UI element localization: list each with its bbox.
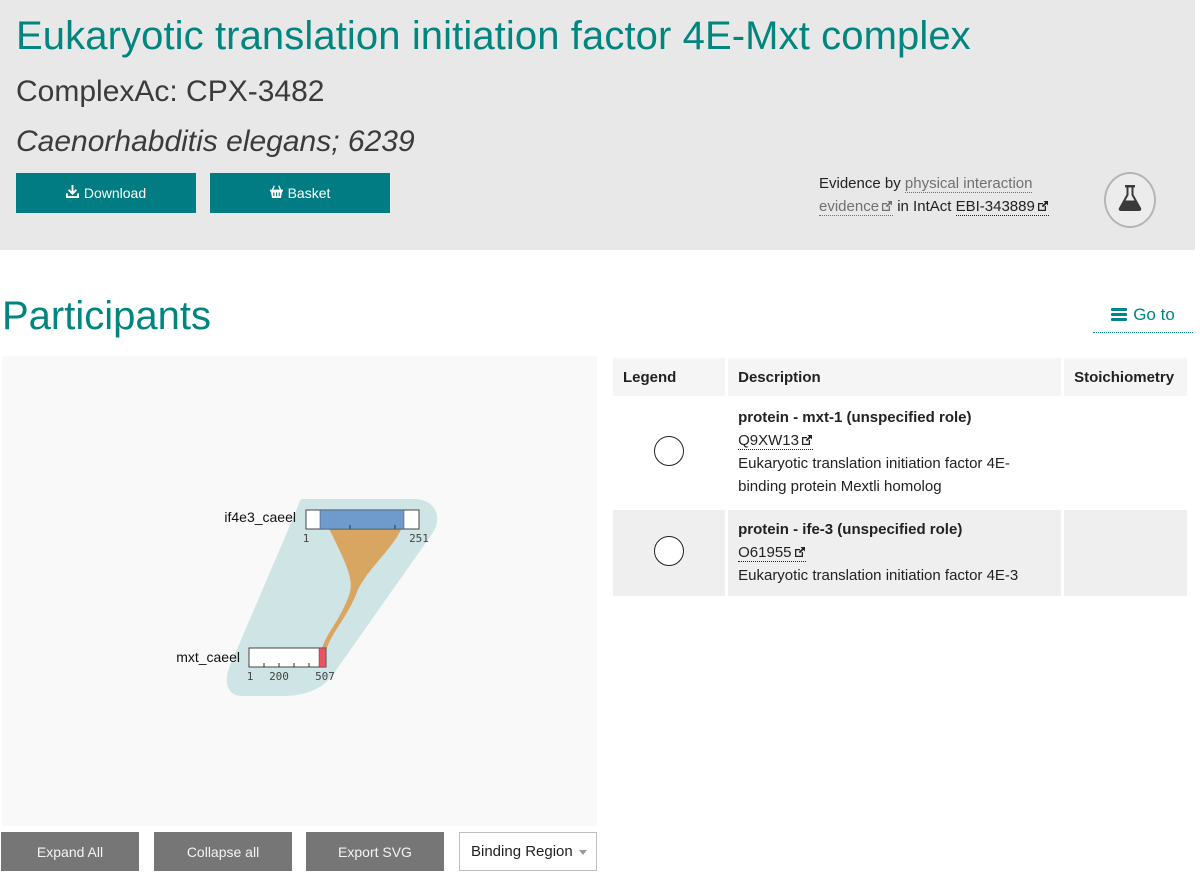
organism: Caenorhabditis elegans; 6239 <box>16 125 415 158</box>
basket-label: Basket <box>287 185 331 201</box>
complex-diagram[interactable]: if4e3_caeel 1 251 mxt_caeel 1 200 507 <box>2 356 597 826</box>
menu-icon <box>1111 308 1128 321</box>
accession-link[interactable]: Q9XW13 <box>738 432 813 450</box>
goto-menu-button[interactable]: Go to <box>1093 297 1193 333</box>
evidence-badge[interactable] <box>1104 172 1156 228</box>
table-row: protein - mxt-1 (unspecified role) Q9XW1… <box>613 399 1187 507</box>
legend-cell <box>613 510 726 596</box>
evidence-middle: in IntAct <box>897 198 952 215</box>
basket-button[interactable]: Basket <box>210 173 390 213</box>
goto-label: Go to <box>1133 304 1175 324</box>
protein-label-if4e3[interactable]: if4e3_caeel <box>224 509 296 525</box>
accession-label: Q9XW13 <box>738 432 799 449</box>
annotation-select-value: Binding Region <box>471 843 573 860</box>
table-row: protein - ife-3 (unspecified role) O6195… <box>613 510 1187 596</box>
tick-label-end: 251 <box>409 532 429 545</box>
download-label: Download <box>83 185 147 201</box>
legend-circle-icon <box>654 536 685 566</box>
basket-icon <box>269 185 283 201</box>
tick-label-start: 1 <box>303 532 310 545</box>
intact-id-link[interactable]: EBI-343889 <box>955 196 1049 216</box>
intact-id-label: EBI-343889 <box>955 198 1035 215</box>
complex-viewer[interactable]: if4e3_caeel 1 251 mxt_caeel 1 200 507 <box>2 356 597 826</box>
expand-all-button[interactable]: Expand All <box>1 832 139 871</box>
participants-table: Legend Description Stoichiometry protein… <box>610 355 1190 599</box>
participant-description: Eukaryotic translation initiation factor… <box>738 566 1019 584</box>
chevron-down-icon <box>578 850 587 855</box>
participant-description: Eukaryotic translation initiation factor… <box>738 455 1010 495</box>
legend-cell <box>613 399 726 507</box>
tick-label-mid: 200 <box>269 670 289 683</box>
description-cell: protein - ife-3 (unspecified role) O6195… <box>728 510 1062 596</box>
tick-label-start: 1 <box>247 670 254 683</box>
flask-icon <box>1118 184 1142 217</box>
complex-header-panel: Eukaryotic translation initiation factor… <box>0 0 1195 250</box>
binding-region-if4e3[interactable] <box>319 509 405 530</box>
column-header-description[interactable]: Description <box>728 358 1062 396</box>
evidence-prefix: Evidence by <box>819 175 901 192</box>
column-header-stoichiometry[interactable]: Stoichiometry <box>1064 358 1187 396</box>
description-cell: protein - mxt-1 (unspecified role) Q9XW1… <box>728 399 1062 507</box>
export-svg-button[interactable]: Export SVG <box>306 832 444 871</box>
binding-region-mxt[interactable] <box>318 647 327 668</box>
protein-label-mxt[interactable]: mxt_caeel <box>176 649 240 665</box>
legend-circle-icon <box>654 436 685 466</box>
download-icon <box>65 185 79 201</box>
table-header-row: Legend Description Stoichiometry <box>613 358 1187 396</box>
external-link-icon <box>794 542 806 557</box>
protein-bar-mxt[interactable] <box>248 647 327 668</box>
evidence-text: Evidence by physical interaction evidenc… <box>819 172 1079 218</box>
stoichiometry-cell <box>1064 399 1187 507</box>
annotation-select[interactable]: Binding Region <box>459 832 597 871</box>
complex-title: Eukaryotic translation initiation factor… <box>16 14 971 58</box>
external-link-icon <box>881 196 893 211</box>
stoichiometry-cell <box>1064 510 1187 596</box>
complex-accession: ComplexAc: CPX-3482 <box>16 75 325 108</box>
tick-label-end: 507 <box>315 670 335 683</box>
accession-link[interactable]: O61955 <box>738 542 806 562</box>
external-link-icon <box>801 430 813 445</box>
external-link-icon <box>1037 196 1049 211</box>
download-button[interactable]: Download <box>16 173 196 213</box>
collapse-all-button[interactable]: Collapse all <box>154 832 292 871</box>
participant-name: protein - ife-3 (unspecified role) <box>738 520 963 538</box>
column-header-legend[interactable]: Legend <box>613 358 726 396</box>
participants-heading: Participants <box>2 294 211 338</box>
accession-label: O61955 <box>738 543 792 561</box>
participant-name: protein - mxt-1 (unspecified role) <box>738 409 972 426</box>
